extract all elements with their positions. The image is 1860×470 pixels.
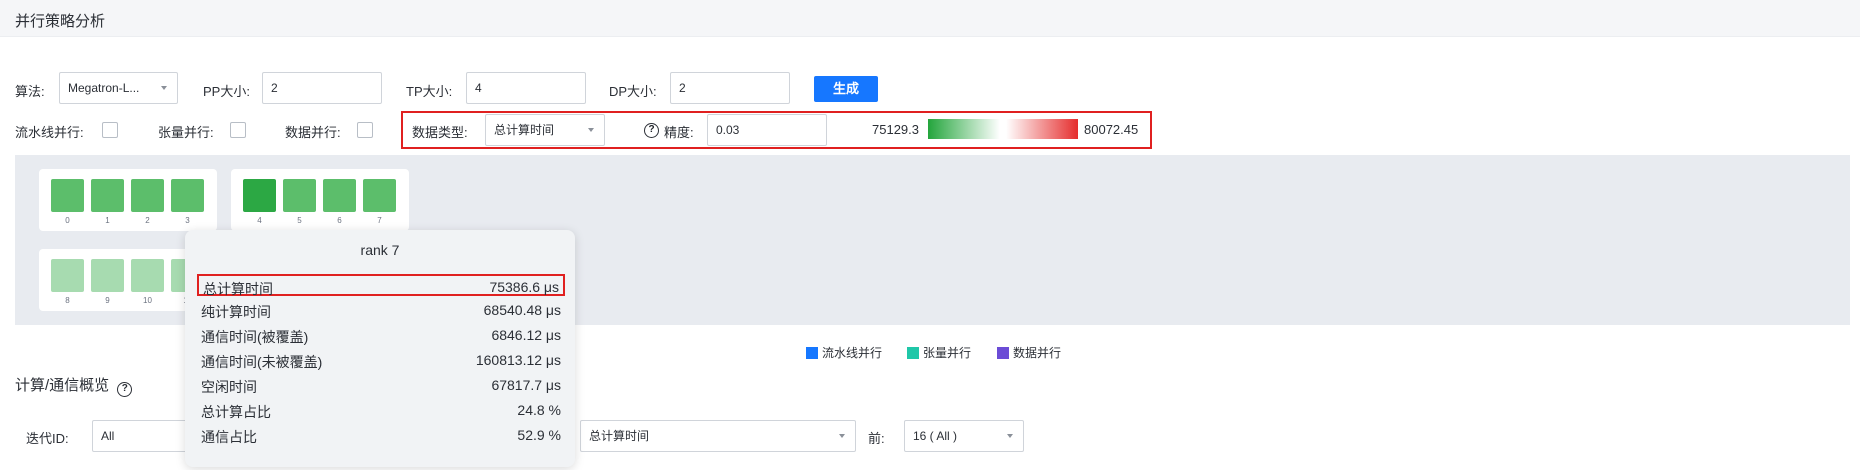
tooltip-row: 总计算时间 75386.6 μs: [197, 274, 565, 297]
dp-size-input[interactable]: 2: [670, 72, 790, 104]
tooltip-key: 通信时间(被覆盖): [201, 329, 309, 345]
sort-metric-value: 总计算时间: [589, 429, 650, 443]
tensor-parallel-label: 张量并行:: [158, 125, 214, 140]
tooltip-row: 纯计算时间 68540.48 μs: [197, 299, 565, 321]
generate-button[interactable]: 生成: [814, 76, 878, 102]
tooltip-row: 总计算占比 24.8 %: [197, 399, 565, 421]
rank-label: 8: [65, 296, 70, 305]
legend-data[interactable]: 数据并行: [997, 344, 1062, 360]
rank-cell[interactable]: [91, 259, 124, 292]
chevron-down-icon: [1007, 434, 1013, 438]
iteration-id-select[interactable]: All: [92, 420, 192, 452]
rank-label: 4: [257, 216, 262, 225]
tp-size-input[interactable]: 4: [466, 72, 586, 104]
algorithm-select[interactable]: Megatron-L...: [59, 72, 178, 104]
rank-cell[interactable]: [51, 259, 84, 292]
rank-label: 10: [143, 296, 152, 305]
tooltip-row: 通信占比 52.9 %: [197, 424, 565, 446]
tp-size-label: TP大小:: [406, 84, 453, 99]
top-n-value: 16 ( All ): [913, 429, 958, 443]
data-parallel-checkbox[interactable]: [357, 122, 373, 138]
algorithm-value: Megatron-L...: [68, 81, 140, 95]
range-max-value: 80072.45: [1084, 122, 1139, 137]
page-title: 并行策略分析: [15, 13, 106, 30]
rank-cell[interactable]: [363, 179, 396, 212]
tooltip-value: 160813.12 μs: [475, 352, 561, 368]
data-type-select[interactable]: 总计算时间: [485, 114, 605, 146]
page-header: 并行策略分析: [0, 0, 1860, 37]
rank-tooltip: rank 7 总计算时间 75386.6 μs 纯计算时间 68540.48 μ…: [185, 230, 575, 467]
tooltip-key: 空闲时间: [201, 379, 257, 395]
rank-cell[interactable]: [91, 179, 124, 212]
tensor-parallel-checkbox[interactable]: [230, 122, 246, 138]
iteration-id-value: All: [101, 429, 115, 443]
legend-label: 流水线并行: [822, 346, 883, 360]
rank-cell[interactable]: [283, 179, 316, 212]
precision-label: 精度:: [664, 125, 694, 140]
tooltip-value: 67817.7 μs: [491, 377, 561, 393]
overview-title-text: 计算/通信概览: [15, 377, 110, 394]
rank-label: 1: [105, 216, 110, 225]
tooltip-key: 通信占比: [201, 429, 257, 445]
rank-label: 5: [297, 216, 302, 225]
rank-label: 2: [145, 216, 150, 225]
rank-cell[interactable]: [51, 179, 84, 212]
question-circle-icon[interactable]: ?: [644, 123, 659, 138]
tooltip-key: 通信时间(未被覆盖): [201, 354, 323, 370]
range-min-value: 75129.3: [872, 122, 919, 137]
rank-cell[interactable]: [131, 259, 164, 292]
rank-group-2: 4 5 6 7: [231, 169, 409, 231]
question-circle-icon[interactable]: ?: [117, 382, 133, 397]
tooltip-key: 总计算时间: [203, 281, 273, 297]
rank-label: 0: [65, 216, 70, 225]
chevron-down-icon: [839, 434, 845, 438]
color-scale-low: [928, 119, 1000, 139]
top-n-label: 前:: [868, 431, 885, 446]
dp-size-label: DP大小:: [609, 84, 657, 99]
pipeline-parallel-checkbox[interactable]: [102, 122, 118, 138]
tooltip-key: 总计算占比: [201, 404, 271, 420]
pipeline-parallel-label: 流水线并行:: [15, 125, 84, 140]
top-n-select[interactable]: 16 ( All ): [904, 420, 1024, 452]
legend-label: 数据并行: [1013, 346, 1062, 360]
chevron-down-icon: [588, 128, 594, 132]
legend-label: 张量并行: [923, 346, 972, 360]
rank-cell[interactable]: [131, 179, 164, 212]
pp-size-label: PP大小:: [203, 84, 250, 99]
tooltip-value: 68540.48 μs: [483, 302, 561, 318]
tooltip-row: 空闲时间 67817.7 μs: [197, 374, 565, 396]
tooltip-value: 75386.6 μs: [489, 279, 559, 295]
rank-label: 3: [185, 216, 190, 225]
data-type-value: 总计算时间: [494, 123, 555, 137]
tooltip-row: 通信时间(未被覆盖) 160813.12 μs: [197, 349, 565, 371]
legend-swatch: [806, 347, 818, 359]
rank-cell[interactable]: [243, 179, 276, 212]
iteration-id-label: 迭代ID:: [26, 431, 69, 446]
tooltip-value: 6846.12 μs: [491, 327, 561, 343]
legend-swatch: [997, 347, 1009, 359]
rank-cell[interactable]: [323, 179, 356, 212]
overview-title: 计算/通信概览 ?: [15, 374, 133, 397]
rank-label: 9: [105, 296, 110, 305]
tooltip-row: 通信时间(被覆盖) 6846.12 μs: [197, 324, 565, 346]
precision-input[interactable]: 0.03: [707, 114, 827, 146]
tooltip-value: 52.9 %: [517, 427, 561, 443]
tooltip-title: rank 7: [360, 242, 400, 258]
sort-metric-select[interactable]: 总计算时间: [580, 420, 856, 452]
data-parallel-label: 数据并行:: [285, 125, 341, 140]
algorithm-label: 算法:: [15, 84, 45, 99]
legend-pipeline[interactable]: 流水线并行: [806, 344, 883, 360]
rank-group-1: 0 1 2 3: [39, 169, 217, 231]
pp-size-input[interactable]: 2: [262, 72, 382, 104]
legend-tensor[interactable]: 张量并行: [907, 344, 972, 360]
chevron-down-icon: [161, 86, 167, 90]
tooltip-value: 24.8 %: [517, 402, 561, 418]
color-scale-high: [1006, 119, 1078, 139]
legend-swatch: [907, 347, 919, 359]
data-type-label: 数据类型:: [412, 125, 468, 140]
rank-cell[interactable]: [171, 179, 204, 212]
rank-label: 6: [337, 216, 342, 225]
rank-label: 7: [377, 216, 382, 225]
tooltip-key: 纯计算时间: [201, 304, 271, 320]
